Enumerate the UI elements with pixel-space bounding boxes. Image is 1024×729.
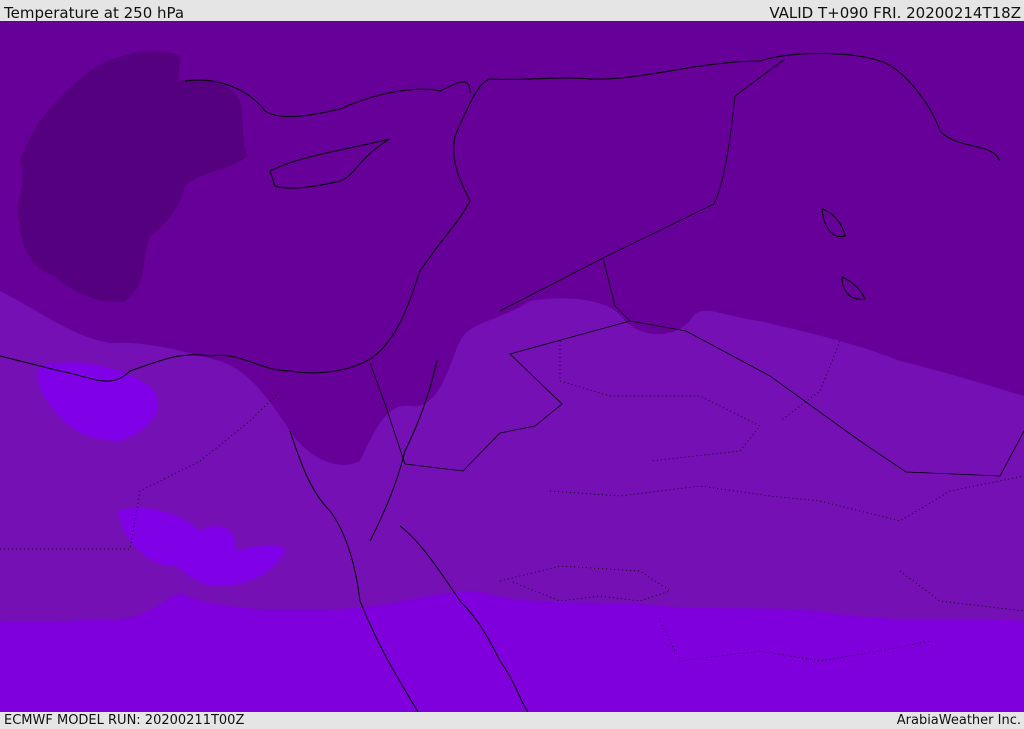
footer-bar: ECMWF MODEL RUN: 20200211T00Z ArabiaWeat… bbox=[0, 712, 1024, 729]
valid-time: VALID T+090 FRI. 20200214T18Z bbox=[769, 4, 1021, 22]
map-title: Temperature at 250 hPa bbox=[4, 4, 185, 22]
temperature-map bbox=[0, 21, 1024, 712]
header-bar: Temperature at 250 hPa VALID T+090 FRI. … bbox=[0, 0, 1024, 22]
credit: ArabiaWeather Inc. bbox=[896, 713, 1021, 728]
model-run: ECMWF MODEL RUN: 20200211T00Z bbox=[4, 713, 245, 728]
